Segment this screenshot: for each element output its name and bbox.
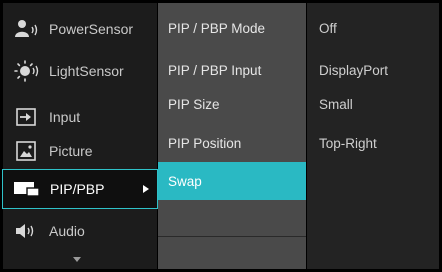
main-menu-item-audio[interactable]: Audio <box>3 211 157 251</box>
osd-menu: PowerSensor LightSensor Input Picture PI… <box>0 0 442 272</box>
main-menu-item-picture[interactable]: Picture <box>3 131 157 171</box>
value-label: Small <box>319 96 353 112</box>
value-item-off[interactable]: Off <box>307 9 439 47</box>
submenu-divider <box>158 236 306 237</box>
submenu-label: Swap <box>168 173 202 189</box>
picture-icon <box>13 140 41 162</box>
value-item-displayport[interactable]: DisplayPort <box>307 51 439 89</box>
submenu-label: PIP / PBP Input <box>168 62 262 78</box>
scroll-down-icon[interactable] <box>73 257 81 262</box>
submenu-label: PIP / PBP Mode <box>168 20 266 36</box>
submenu-item-pip-position[interactable]: PIP Position <box>158 124 306 162</box>
submenu-label: PIP Position <box>168 135 242 151</box>
submenu: PIP / PBP Mode PIP / PBP Input PIP Size … <box>158 3 306 269</box>
main-menu-item-pip-pbp[interactable]: PIP/PBP <box>2 169 158 209</box>
input-icon <box>13 106 41 128</box>
submenu-arrow-icon <box>143 185 149 193</box>
audio-icon <box>13 220 41 242</box>
value-item-small[interactable]: Small <box>307 85 439 123</box>
main-menu-item-powersensor[interactable]: PowerSensor <box>3 9 157 49</box>
main-menu-label: Picture <box>49 143 93 159</box>
value-label: DisplayPort <box>319 62 389 78</box>
value-label: Top-Right <box>319 135 377 151</box>
submenu-item-pip-pbp-input[interactable]: PIP / PBP Input <box>158 51 306 89</box>
main-menu-label: Input <box>49 109 81 125</box>
value-panel: Off DisplayPort Small Top-Right <box>307 3 439 269</box>
value-item-top-right[interactable]: Top-Right <box>307 124 439 162</box>
main-menu-item-lightsensor[interactable]: LightSensor <box>3 51 157 91</box>
main-menu: PowerSensor LightSensor Input Picture PI… <box>2 3 158 269</box>
main-menu-label: Audio <box>49 223 85 239</box>
submenu-item-swap[interactable]: Swap <box>158 162 306 200</box>
submenu-item-pip-size[interactable]: PIP Size <box>158 85 306 123</box>
power-sensor-icon <box>13 18 41 40</box>
main-menu-label: PowerSensor <box>49 21 134 37</box>
main-menu-label: LightSensor <box>49 63 124 79</box>
pip-pbp-icon <box>13 178 41 200</box>
main-menu-label: PIP/PBP <box>50 181 105 197</box>
submenu-item-pip-pbp-mode[interactable]: PIP / PBP Mode <box>158 9 306 47</box>
submenu-label: PIP Size <box>168 96 220 112</box>
light-sensor-icon <box>13 60 41 82</box>
value-label: Off <box>319 20 337 36</box>
